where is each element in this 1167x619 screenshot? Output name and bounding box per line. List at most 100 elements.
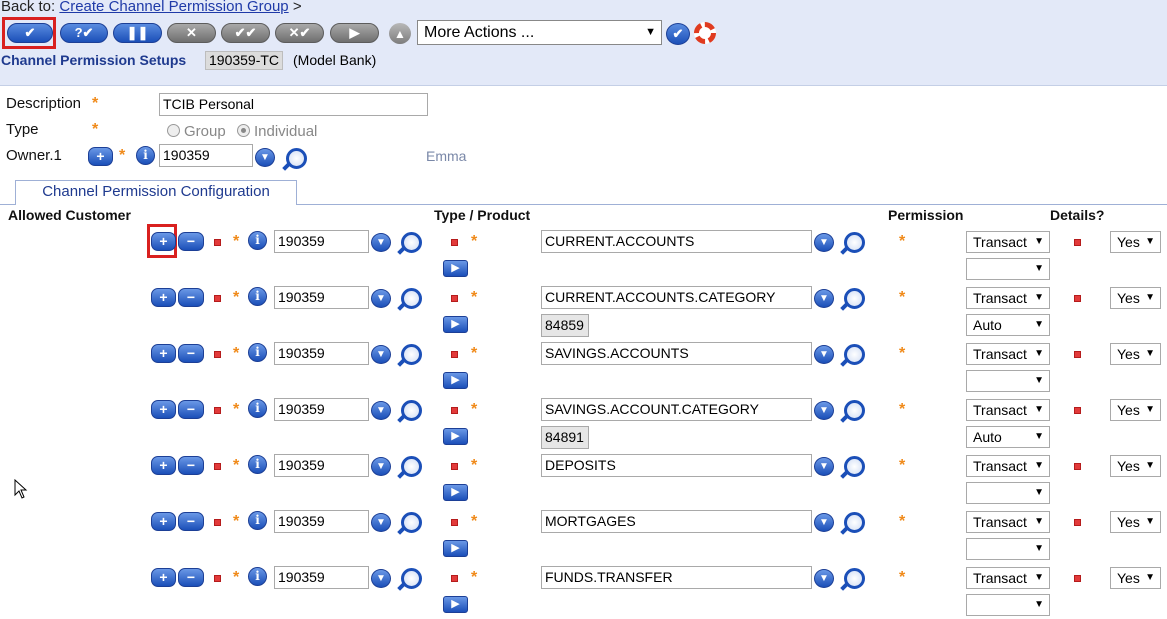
search-icon[interactable] [839,400,865,421]
info-icon[interactable]: i [136,146,155,165]
add-customer-button[interactable]: + [151,344,176,363]
chevron-down-icon[interactable]: ▼ [371,569,391,588]
chevron-down-icon[interactable]: ▼ [371,233,391,252]
expand-row-button[interactable]: ▶ [443,540,468,557]
info-icon[interactable]: i [248,567,267,586]
customer-input[interactable]: 190359 [274,566,369,589]
chevron-down-icon[interactable]: ▼ [371,401,391,420]
search-icon[interactable] [281,148,307,169]
details-select[interactable]: Yes ▼ [1110,511,1161,533]
search-icon[interactable] [839,344,865,365]
chevron-down-icon[interactable]: ▼ [371,457,391,476]
add-customer-button[interactable]: + [151,512,176,531]
hold-button[interactable]: ❚❚ [113,23,162,43]
expand-row-button[interactable]: ▶ [443,596,468,613]
product-input[interactable]: SAVINGS.ACCOUNTS [541,342,812,365]
product-input[interactable]: CURRENT.ACCOUNTS.CATEGORY [541,286,812,309]
delete-button[interactable]: ✕ [167,23,216,43]
authorise-button[interactable]: ✔✔ [221,23,270,43]
tab-channel-permission[interactable]: Channel Permission Configuration [15,180,297,205]
customer-input[interactable]: 190359 [274,510,369,533]
permission-select[interactable]: Transact ▼ [966,287,1050,309]
expand-row-button[interactable]: ▶ [443,316,468,333]
type-individual-radio[interactable]: Individual [237,123,317,140]
permission-select[interactable]: Transact ▼ [966,455,1050,477]
add-customer-button[interactable]: + [151,456,176,475]
commit-button[interactable]: ✔ [7,23,53,43]
customer-input[interactable]: 190359 [274,342,369,365]
info-icon[interactable]: i [248,343,267,362]
search-icon[interactable] [839,512,865,533]
add-owner-button[interactable]: + [88,147,113,166]
add-customer-button[interactable]: + [151,400,176,419]
type-group-radio[interactable]: Group [167,123,226,140]
expand-row-button[interactable]: ▶ [443,260,468,277]
info-icon[interactable]: i [248,399,267,418]
expand-row-button[interactable]: ▶ [443,428,468,445]
permission-select[interactable]: Transact ▼ [966,511,1050,533]
product-input[interactable]: MORTGAGES [541,510,812,533]
customer-input[interactable]: 190359 [274,398,369,421]
chevron-down-icon[interactable]: ▼ [814,401,834,420]
customer-input[interactable]: 190359 [274,230,369,253]
product-input[interactable]: FUNDS.TRANSFER [541,566,812,589]
validate-button[interactable]: ?✔ [60,23,108,43]
description-input[interactable]: TCIB Personal [159,93,428,116]
search-icon[interactable] [396,232,422,253]
permission-type-select[interactable]: ▼ [966,482,1050,504]
remove-customer-button[interactable]: − [178,344,204,363]
go-button[interactable]: ✔ [666,23,690,45]
remove-customer-button[interactable]: − [178,512,204,531]
info-icon[interactable]: i [248,455,267,474]
remove-customer-button[interactable]: − [178,288,204,307]
details-select[interactable]: Yes ▼ [1110,567,1161,589]
chevron-down-icon[interactable]: ▼ [814,457,834,476]
product-input[interactable]: DEPOSITS [541,454,812,477]
next-button[interactable]: ▶ [330,23,379,43]
remove-customer-button[interactable]: − [178,568,204,587]
chevron-down-icon[interactable]: ▼ [814,513,834,532]
add-customer-button[interactable]: + [151,568,176,587]
details-select[interactable]: Yes ▼ [1110,231,1161,253]
details-select[interactable]: Yes ▼ [1110,455,1161,477]
details-select[interactable]: Yes ▼ [1110,287,1161,309]
up-icon[interactable]: ▲ [389,23,411,44]
add-customer-button[interactable]: + [151,232,176,251]
remove-customer-button[interactable]: − [178,456,204,475]
permission-type-select[interactable]: ▼ [966,538,1050,560]
info-icon[interactable]: i [248,511,267,530]
chevron-down-icon[interactable]: ▼ [371,345,391,364]
permission-type-select[interactable]: ▼ [966,258,1050,280]
permission-select[interactable]: Transact ▼ [966,567,1050,589]
remove-customer-button[interactable]: − [178,400,204,419]
help-lifebuoy-icon[interactable] [694,22,716,44]
search-icon[interactable] [839,288,865,309]
more-actions-select[interactable]: More Actions ... ▼ [417,20,662,45]
details-select[interactable]: Yes ▼ [1110,399,1161,421]
chevron-down-icon[interactable]: ▼ [814,289,834,308]
search-icon[interactable] [396,512,422,533]
search-icon[interactable] [396,288,422,309]
expand-row-button[interactable]: ▶ [443,484,468,501]
permission-type-select[interactable]: ▼ [966,370,1050,392]
chevron-down-icon[interactable]: ▼ [255,148,275,167]
permission-type-select[interactable]: ▼ [966,594,1050,616]
product-input[interactable]: SAVINGS.ACCOUNT.CATEGORY [541,398,812,421]
expand-row-button[interactable]: ▶ [443,372,468,389]
chevron-down-icon[interactable]: ▼ [814,345,834,364]
search-icon[interactable] [839,568,865,589]
info-icon[interactable]: i [248,231,267,250]
customer-input[interactable]: 190359 [274,454,369,477]
add-customer-button[interactable]: + [151,288,176,307]
search-icon[interactable] [396,456,422,477]
permission-type-select[interactable]: Auto ▼ [966,314,1050,336]
permission-select[interactable]: Transact ▼ [966,231,1050,253]
search-icon[interactable] [839,232,865,253]
search-icon[interactable] [839,456,865,477]
customer-input[interactable]: 190359 [274,286,369,309]
chevron-down-icon[interactable]: ▼ [814,233,834,252]
chevron-down-icon[interactable]: ▼ [371,289,391,308]
back-link[interactable]: Create Channel Permission Group [59,0,288,15]
details-select[interactable]: Yes ▼ [1110,343,1161,365]
permission-type-select[interactable]: Auto ▼ [966,426,1050,448]
